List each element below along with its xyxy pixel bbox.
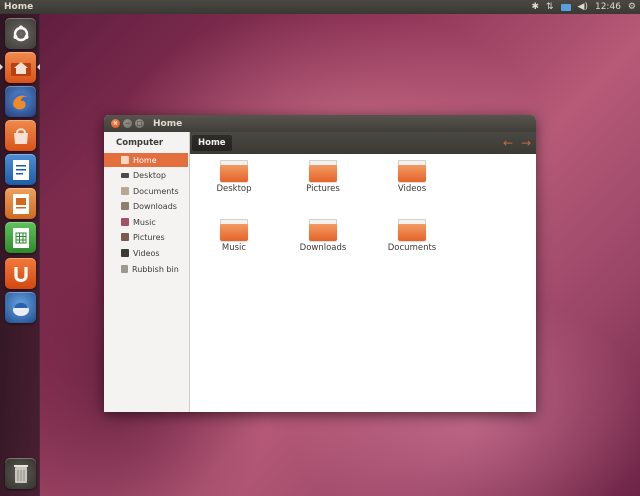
- firefox-icon[interactable]: [5, 86, 36, 117]
- sidebar-item-label: Videos: [133, 248, 160, 258]
- home-icon: [121, 156, 129, 164]
- pictures-icon: [121, 233, 129, 241]
- launcher: [0, 14, 40, 496]
- gear-icon[interactable]: ⚙: [628, 0, 636, 14]
- top-panel: Home ✱ ⇅ ◀) 12:46 ⚙: [0, 0, 640, 14]
- clock[interactable]: 12:46: [595, 0, 621, 14]
- sidebar-item-home[interactable]: Home: [104, 153, 188, 167]
- focused-indicator: [37, 64, 40, 70]
- sidebar-heading: Computer: [116, 138, 164, 148]
- sidebar-item-desktop[interactable]: Desktop: [104, 168, 190, 182]
- trash-icon[interactable]: [5, 458, 36, 489]
- sidebar-item-label: Pictures: [133, 232, 165, 242]
- volume-icon[interactable]: ◀): [578, 0, 588, 14]
- window-titlebar[interactable]: × − □ Home: [104, 115, 536, 132]
- downloads-icon: [121, 202, 129, 210]
- network-icon[interactable]: ⇅: [546, 0, 554, 14]
- sidebar-item-label: Music: [133, 217, 156, 227]
- back-arrow-icon[interactable]: ←: [503, 134, 513, 152]
- sidebar-item-label: Desktop: [133, 170, 166, 180]
- desktop-icon: [121, 172, 129, 178]
- folder-label: Downloads: [299, 243, 347, 253]
- folder-item-pictures[interactable]: Pictures: [293, 160, 353, 210]
- sidebar-item-label: Documents: [133, 186, 179, 196]
- bluetooth-icon[interactable]: ✱: [531, 0, 539, 14]
- rubbish-bin-icon: [121, 265, 128, 273]
- folder-label: Desktop: [216, 184, 252, 194]
- sidebar-item-label: Downloads: [133, 201, 177, 211]
- sidebar-item-label: Rubbish bin: [132, 264, 179, 274]
- location-bar: Home ← →: [190, 132, 536, 154]
- maximize-button[interactable]: □: [135, 119, 144, 128]
- libreoffice-calc-icon[interactable]: [5, 222, 36, 253]
- sidebar-item-documents[interactable]: Documents: [104, 184, 190, 198]
- libreoffice-impress-icon[interactable]: [5, 188, 36, 219]
- sidebar-item-pictures[interactable]: Pictures: [104, 230, 190, 244]
- folder-item-desktop[interactable]: Desktop: [204, 160, 264, 210]
- folder-item-music[interactable]: Music: [204, 219, 264, 269]
- dash-home-icon[interactable]: [5, 18, 36, 49]
- folder-icon: [398, 219, 426, 241]
- folder-icon: [309, 219, 337, 241]
- libreoffice-writer-icon[interactable]: [5, 154, 36, 185]
- folder-label: Documents: [387, 243, 437, 253]
- documents-icon: [121, 187, 129, 195]
- mail-icon[interactable]: [560, 3, 571, 11]
- file-manager-window: × − □ Home Computer Home Desktop Documen…: [104, 115, 536, 412]
- file-view: Desktop Pictures Videos Music Downloads …: [190, 154, 536, 412]
- folder-label: Pictures: [306, 184, 340, 194]
- sidebar-item-downloads[interactable]: Downloads: [104, 199, 190, 213]
- sidebar-item-label: Home: [133, 155, 157, 165]
- folder-item-downloads[interactable]: Downloads: [293, 219, 353, 269]
- close-button[interactable]: ×: [111, 119, 120, 128]
- window-title: Home: [153, 118, 183, 129]
- videos-icon: [121, 249, 129, 257]
- folder-icon: [220, 219, 248, 241]
- sidebar-item-rubbish-bin[interactable]: Rubbish bin: [104, 262, 190, 276]
- sidebar-item-videos[interactable]: Videos: [104, 246, 190, 260]
- folder-item-documents[interactable]: Documents: [382, 219, 442, 269]
- places-sidebar: Computer Home Desktop Documents Download…: [104, 132, 190, 412]
- minimize-button[interactable]: −: [123, 119, 132, 128]
- active-app-title: Home: [4, 2, 34, 12]
- thunderbird-icon[interactable]: [5, 292, 36, 323]
- folder-icon: [398, 160, 426, 182]
- folder-label: Videos: [397, 184, 427, 194]
- folder-icon: [309, 160, 337, 182]
- sidebar-item-music[interactable]: Music: [104, 215, 190, 229]
- indicator-area: ✱ ⇅ ◀) 12:46 ⚙: [531, 0, 640, 14]
- folder-item-videos[interactable]: Videos: [382, 160, 442, 210]
- music-icon: [121, 218, 129, 226]
- home-folder-icon[interactable]: [5, 52, 36, 83]
- folder-icon: [220, 160, 248, 182]
- breadcrumb-home[interactable]: Home: [192, 135, 232, 151]
- forward-arrow-icon[interactable]: →: [521, 134, 531, 152]
- running-indicator: [0, 64, 3, 70]
- folder-label: Music: [221, 243, 247, 253]
- software-center-icon[interactable]: [5, 120, 36, 151]
- ubuntu-one-icon[interactable]: [5, 258, 36, 289]
